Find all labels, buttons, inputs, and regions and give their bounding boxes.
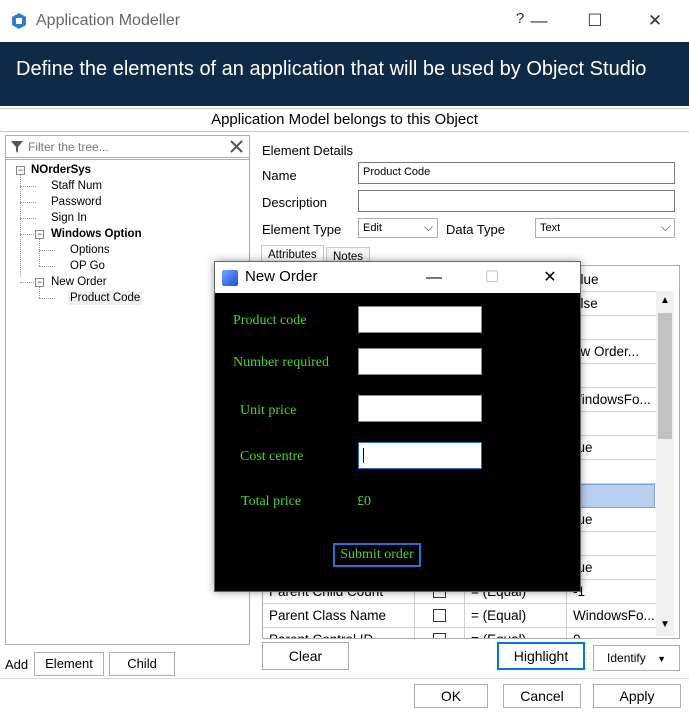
cost-centre-label: Cost centre: [240, 449, 304, 464]
chevron-down-icon: ⌵: [660, 220, 670, 234]
clear-filter-icon[interactable]: [230, 140, 243, 153]
description-label: Description: [262, 195, 328, 210]
tree-filter-input[interactable]: Filter the tree...: [28, 140, 109, 154]
data-type-value: Text: [540, 222, 561, 234]
data-type-label: Data Type: [446, 222, 506, 237]
new-order-minimize-button[interactable]: —: [419, 266, 449, 290]
ok-button[interactable]: OK: [414, 684, 488, 708]
apply-button[interactable]: Apply: [593, 684, 681, 708]
tree-node-product-code[interactable]: Product Code: [68, 291, 143, 305]
name-input[interactable]: Product Code: [358, 162, 675, 184]
new-order-title: New Order: [245, 268, 318, 285]
total-price-value: £0: [357, 494, 371, 509]
tree-node-norder-sys[interactable]: NOrderSys: [31, 164, 91, 176]
filter-icon: [11, 141, 23, 153]
tree-node-staff-num[interactable]: Staff Num: [51, 180, 102, 192]
number-required-label: Number required: [233, 355, 330, 370]
number-required-field[interactable]: [358, 348, 482, 375]
table-row[interactable]: Parent Class Name = (Equal) WindowsFo...: [263, 604, 657, 628]
product-code-label: Product code: [233, 313, 307, 328]
cost-centre-field[interactable]: [358, 442, 482, 469]
window-title: Application Modeller: [36, 12, 181, 29]
add-label: Add: [5, 657, 29, 672]
new-order-title-bar: New Order — ☐ ✕: [215, 262, 580, 293]
tree-node-sign-in[interactable]: Sign In: [51, 212, 87, 224]
name-label: Name: [262, 168, 297, 183]
element-type-select[interactable]: Edit ⌵: [358, 218, 438, 238]
chevron-down-icon: ⌵: [423, 220, 433, 234]
app-icon: [12, 13, 26, 29]
table-row[interactable]: Parent Control ID = (Equal) 0: [263, 628, 657, 638]
chevron-down-icon: ▼: [657, 654, 666, 664]
submit-order-button[interactable]: Submit order: [333, 543, 421, 567]
data-type-select[interactable]: Text ⌵: [535, 218, 675, 238]
window-icon: [222, 270, 238, 286]
identify-label: Identify: [607, 651, 646, 665]
tree-node-op-go[interactable]: OP Go: [70, 260, 105, 272]
text-cursor: [363, 448, 364, 463]
scrollbar-thumb[interactable]: [658, 313, 672, 439]
element-details-heading: Element Details: [262, 143, 354, 158]
tree-node-password[interactable]: Password: [51, 196, 102, 208]
element-type-value: Edit: [363, 222, 382, 234]
match-checkbox[interactable]: [433, 609, 446, 622]
unit-price-field[interactable]: [358, 395, 482, 422]
product-code-field[interactable]: [358, 306, 482, 333]
tree-view[interactable]: − − − NOrderSys Staff Num Password Sign …: [6, 159, 249, 644]
tree-expander-norder-sys[interactable]: −: [16, 166, 25, 175]
match-checkbox[interactable]: [433, 633, 446, 638]
new-order-maximize-button[interactable]: ☐: [477, 266, 507, 290]
tree-node-options[interactable]: Options: [70, 244, 110, 256]
tree-node-windows-option[interactable]: Windows Option: [51, 228, 142, 240]
identify-button[interactable]: Identify ▼: [593, 645, 680, 671]
title-bar: Application Modeller ? — ☐ ✕: [0, 0, 689, 42]
scroll-up-icon[interactable]: ▲: [660, 295, 670, 306]
element-type-label: Element Type: [262, 222, 342, 237]
highlight-button[interactable]: Highlight: [497, 642, 585, 670]
clear-button[interactable]: Clear: [262, 642, 349, 670]
tree-expander-new-order[interactable]: −: [35, 278, 44, 287]
grid-scrollbar[interactable]: ▲ ▼: [656, 291, 674, 636]
description-input[interactable]: [358, 190, 675, 212]
minimize-button[interactable]: —: [524, 8, 554, 34]
new-order-close-button[interactable]: ✕: [535, 266, 565, 290]
maximize-button[interactable]: ☐: [580, 8, 610, 34]
new-order-window: New Order — ☐ ✕ Product code Number requ…: [214, 261, 581, 592]
belongs-to-object-label: Application Model belongs to this Object: [0, 108, 689, 132]
close-button[interactable]: ✕: [640, 8, 670, 34]
add-element-button[interactable]: Element: [34, 652, 104, 676]
header-banner: Define the elements of an application th…: [0, 42, 689, 106]
total-price-label: Total price: [241, 494, 302, 509]
unit-price-label: Unit price: [240, 403, 297, 418]
cancel-button[interactable]: Cancel: [503, 684, 581, 708]
add-child-button[interactable]: Child: [109, 652, 175, 676]
scroll-down-icon[interactable]: ▼: [660, 619, 670, 630]
tree-node-new-order[interactable]: New Order: [51, 276, 107, 288]
tree-expander-windows-option[interactable]: −: [35, 230, 44, 239]
tree-filter-bar: Filter the tree...: [6, 136, 249, 158]
